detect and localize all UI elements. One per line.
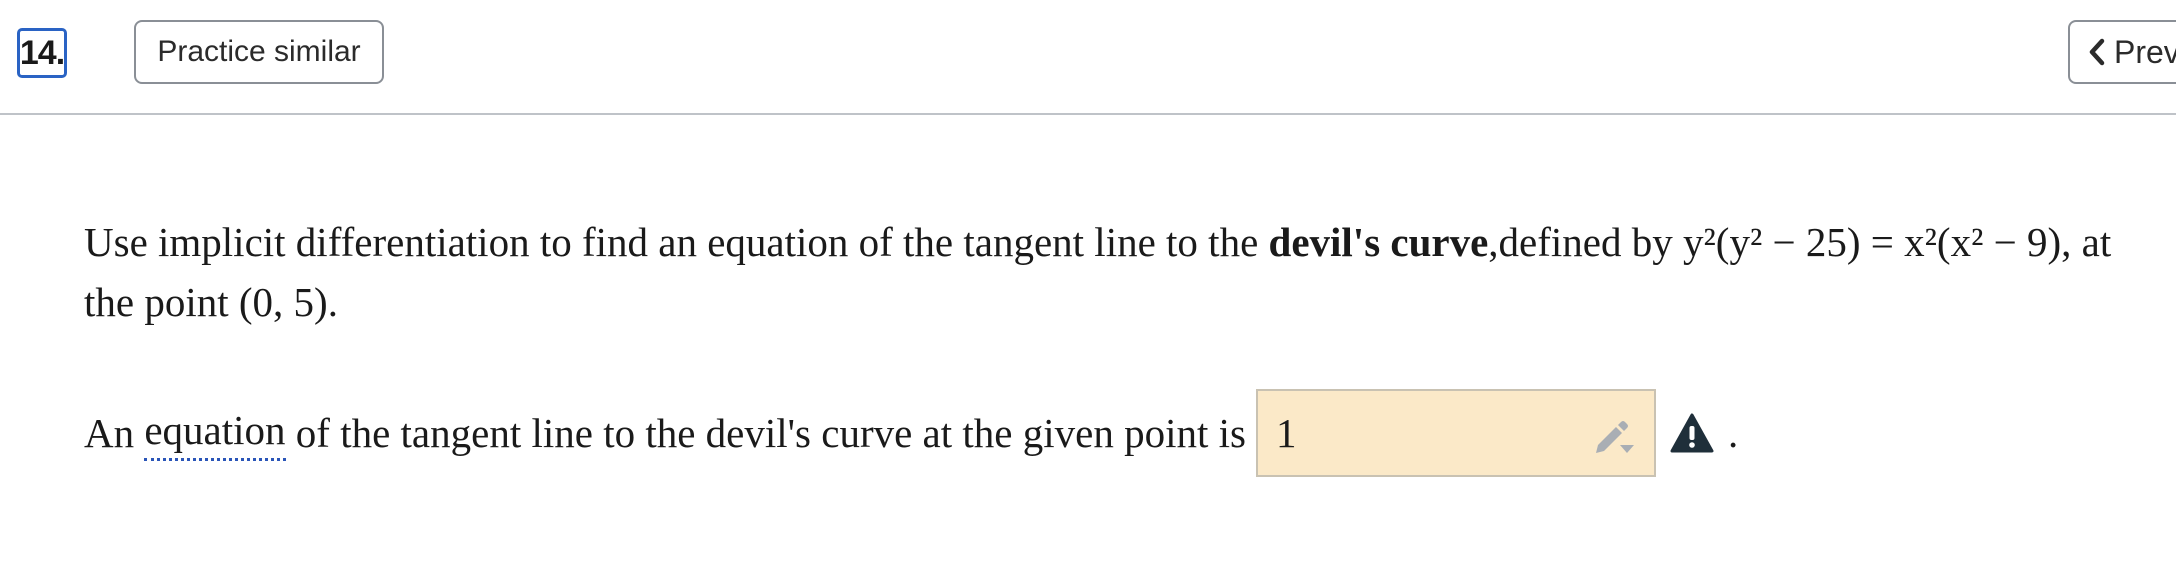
practice-similar-button[interactable]: Practice similar — [134, 20, 384, 84]
pencil-dropdown-icon[interactable] — [1592, 415, 1636, 459]
chevron-left-icon — [2089, 38, 2105, 66]
answer-period: . — [1727, 410, 1739, 456]
answer-row: An equation of the tangent line to the d… — [84, 388, 1738, 478]
question-intro: Use implicit differentiation to find an … — [84, 219, 1269, 265]
answer-prefix: An — [84, 410, 145, 456]
question-header: 14. Practice similar Prev — [0, 0, 2176, 115]
devils-curve-term: devil's curve — [1268, 219, 1489, 265]
warning-triangle-icon — [1670, 413, 1714, 453]
question-defined-by: ,defined by — [1488, 219, 1683, 265]
question-end: . — [327, 279, 338, 325]
curve-equation: y²(y² − 25) = x²(x² − 9) — [1683, 219, 2062, 265]
answer-input[interactable]: 1 — [1255, 389, 1656, 477]
question-number-badge: 14. — [17, 28, 67, 78]
answer-suffix: of the tangent line to the devil's curve… — [285, 410, 1246, 456]
previous-button[interactable]: Prev — [2068, 20, 2176, 84]
given-point: (0, 5) — [238, 279, 328, 325]
previous-label: Prev — [2114, 33, 2176, 70]
answer-input-value: 1 — [1275, 410, 1297, 456]
question-text: Use implicit differentiation to find an … — [84, 212, 2164, 332]
equation-help-link[interactable]: equation — [144, 406, 286, 461]
